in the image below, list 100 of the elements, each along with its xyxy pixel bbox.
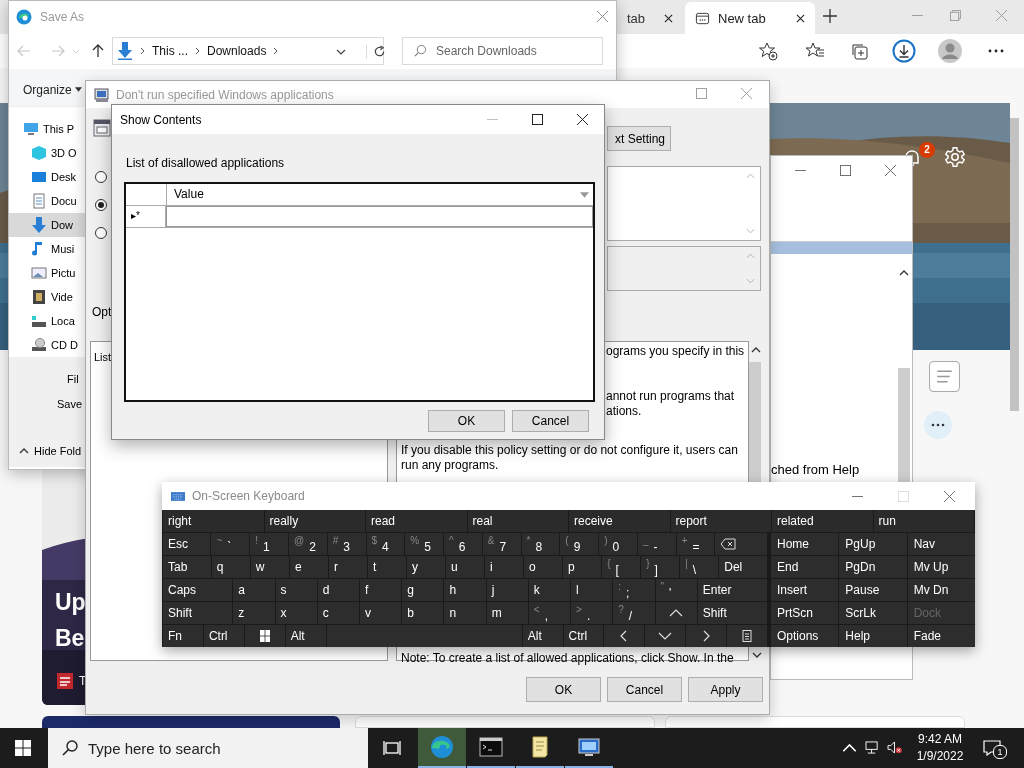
keyboard-key[interactable]: End [771,556,839,578]
keyboard-key[interactable]: : ; [613,579,655,601]
keyboard-key[interactable]: _ - [637,533,676,555]
dialog-button[interactable]: Apply [688,677,763,702]
keyboard-key[interactable]: z [233,602,275,624]
keyboard-key[interactable]: Fn [163,625,203,647]
keyboard-key[interactable]: PrtScn [771,602,839,624]
keyboard-key[interactable]: Home [771,533,839,555]
keyboard-key[interactable]: l [571,579,613,601]
keyboard-key[interactable]: q [211,556,250,578]
start-button-icon[interactable] [15,740,31,756]
keyboard-key[interactable]: | \ [680,556,719,578]
search-field[interactable]: Search Downloads [402,37,603,65]
taskbar-search-field[interactable]: Type here to search [48,728,368,768]
keyboard-key[interactable]: Caps [163,579,233,601]
refresh-icon[interactable] [366,45,386,58]
keyboard-key[interactable]: Mv Dn [907,579,975,601]
muted-speaker-icon[interactable] [887,741,902,754]
keyboard-key[interactable]: n [444,602,486,624]
collections-icon[interactable] [850,41,870,61]
browser-tab[interactable]: tab [617,2,683,34]
keyboard-key[interactable]: PgDn [839,556,907,578]
keyboard-key[interactable]: Del [719,556,768,578]
keyboard-key[interactable]: $ 4 [366,533,405,555]
keyboard-key[interactable]: Insert [771,579,839,601]
word-suggestion[interactable]: read [366,510,467,532]
keyboard-key[interactable]: g [402,579,444,601]
word-suggestion[interactable]: related [772,510,873,532]
keyboard-key[interactable]: " ' [655,579,697,601]
word-suggestion[interactable]: real [467,510,568,532]
keyboard-key[interactable]: ScrLk [839,602,907,624]
word-suggestion[interactable]: report [670,510,771,532]
organize-menu[interactable]: Organize [21,80,84,99]
keyboard-key[interactable]: { [ [602,556,641,578]
dialog-button[interactable]: OK [526,677,601,702]
keyboard-key[interactable] [727,625,767,647]
keyboard-key[interactable]: h [444,579,486,601]
browser-app-icon[interactable] [418,728,466,768]
keyboard-key[interactable]: Help [839,625,907,647]
new-tab-icon[interactable] [823,9,837,23]
keyboard-key[interactable]: } ] [641,556,680,578]
keyboard-key[interactable]: Shift [697,602,768,624]
keyboard-key[interactable]: > . [571,602,613,624]
keyboard-key[interactable]: c [317,602,359,624]
add-favorite-icon[interactable] [758,41,778,61]
keyboard-key[interactable]: ~ ` [211,533,250,555]
keyboard-key[interactable]: p [563,556,602,578]
keyboard-key[interactable]: b [402,602,444,624]
profile-avatar-icon[interactable] [938,39,962,63]
keyboard-key[interactable] [244,625,285,647]
word-suggestion[interactable]: really [264,510,365,532]
list-view-icon[interactable] [929,361,960,392]
word-suggestion[interactable]: run [873,510,974,532]
keyboard-key[interactable]: Alt [285,625,326,647]
task-view-icon[interactable] [383,740,401,756]
keyboard-key[interactable]: Fade [907,625,975,647]
keyboard-key[interactable]: w [250,556,289,578]
keyboard-key[interactable]: ? / [613,602,655,624]
keyboard-key[interactable]: < , [528,602,571,624]
keyboard-key[interactable]: ^ 6 [444,533,482,555]
network-icon[interactable] [865,741,880,754]
dialog-button[interactable]: OK [428,410,505,432]
keyboard-key[interactable]: x [275,602,317,624]
breadcrumb[interactable]: This ... [152,44,188,58]
keyboard-key[interactable]: m [486,602,528,624]
keyboard-key[interactable]: Mv Up [907,556,975,578]
word-suggestion[interactable]: right [163,510,264,532]
keyboard-key[interactable]: Options [771,625,839,647]
keyboard-key[interactable]: # 3 [327,533,366,555]
keyboard-key[interactable]: k [528,579,571,601]
keyboard-key[interactable]: ) 0 [599,533,637,555]
keyboard-key[interactable]: Esc [163,533,211,555]
keyboard-key[interactable]: @ 2 [289,533,327,555]
keyboard-key[interactable]: d [317,579,359,601]
notification-center-button[interactable]: 1 [980,736,1006,760]
dialog-button[interactable]: Cancel [607,677,682,702]
up-arrow-icon[interactable] [92,44,104,58]
keyboard-key[interactable]: e [289,556,328,578]
keyboard-key[interactable]: % 5 [405,533,444,555]
address-bar[interactable]: This ... Downloads [112,37,384,65]
keyboard-key[interactable]: ! 1 [250,533,288,555]
keyboard-key[interactable]: r [328,556,367,578]
keyboard-key[interactable]: s [275,579,317,601]
keyboard-key[interactable]: Alt [522,625,563,647]
keyboard-key[interactable]: i [485,556,524,578]
keyboard-key[interactable]: Tab [163,556,211,578]
close-icon[interactable] [664,13,673,23]
show-hidden-icons-icon[interactable] [842,741,857,754]
clock[interactable]: 9:42 AM 1/9/2022 [912,731,968,765]
dropdown-icon[interactable] [336,49,346,55]
scrollbar-thumb[interactable] [898,368,910,482]
keyboard-key[interactable]: u [446,556,485,578]
dialog-button[interactable]: Cancel [512,410,589,432]
scrollbar[interactable] [749,362,761,482]
keyboard-key[interactable]: v [359,602,402,624]
keyboard-key[interactable]: y [407,556,445,578]
keyboard-key[interactable]: a [233,579,275,601]
close-icon[interactable] [796,13,805,23]
download-icon[interactable] [892,39,916,63]
keyboard-key[interactable]: f [359,579,402,601]
